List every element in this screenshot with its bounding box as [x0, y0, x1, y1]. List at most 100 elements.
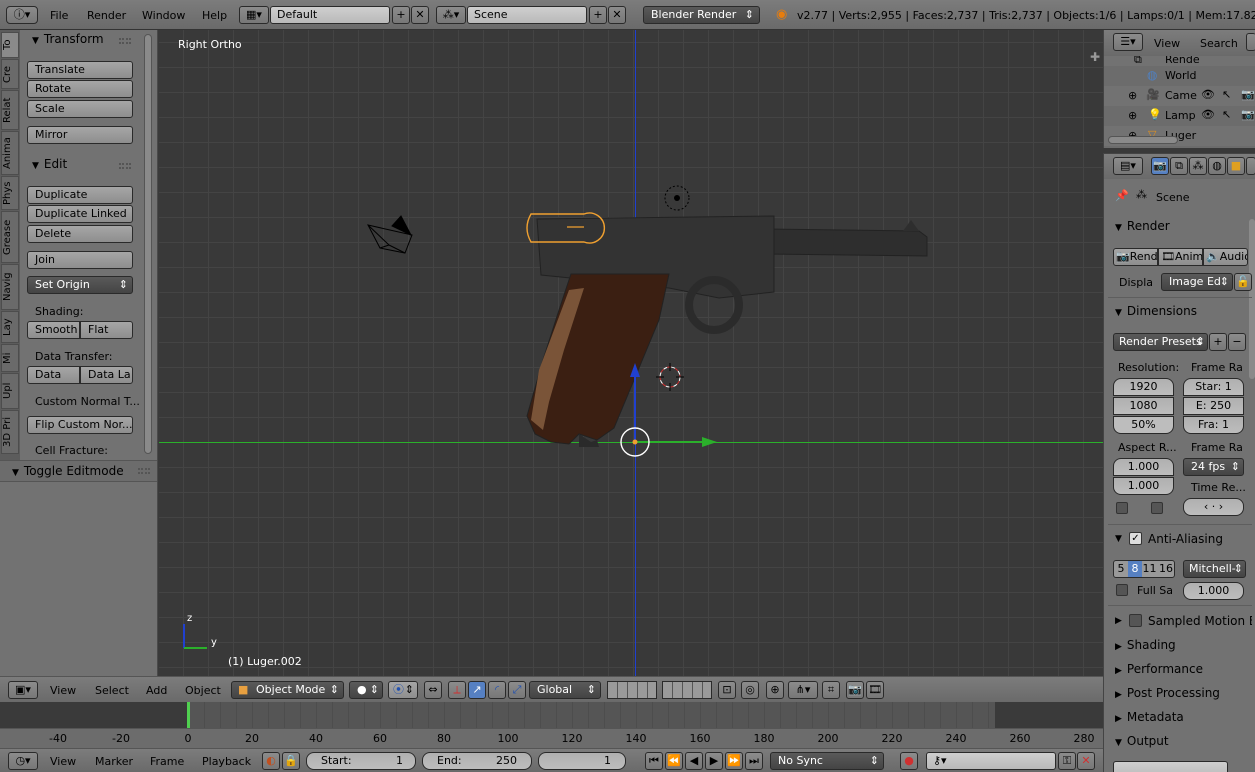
rotate-button[interactable]: Rotate [27, 80, 133, 98]
opengl-anim-icon[interactable]: 🎞 [866, 681, 884, 699]
tab-layers[interactable]: Lay [1, 311, 19, 343]
expand-plus-icon[interactable]: ⊕ [1128, 109, 1137, 122]
toolshelf-scrollbar[interactable] [144, 34, 152, 454]
duplicate-button[interactable]: Duplicate [27, 186, 133, 204]
mirror-button[interactable]: Mirror [27, 126, 133, 144]
full-sample-checkbox[interactable] [1116, 584, 1128, 596]
menu-view[interactable]: View [50, 684, 76, 697]
manipulator-toggle-icon[interactable]: ⇔ [424, 681, 442, 699]
delete-keyframe-icon[interactable]: ✕ [1077, 752, 1095, 770]
motion-blur-checkbox[interactable] [1129, 614, 1142, 627]
editor-type-outliner-icon[interactable]: ☰▾ [1113, 33, 1143, 51]
current-frame-field[interactable]: 1 [538, 752, 626, 770]
render-presets-select[interactable]: Render Presets ⇕ [1113, 333, 1208, 351]
anti-aliasing-checkbox[interactable]: ✓ [1129, 532, 1142, 545]
screen-layout-field[interactable]: Default [270, 6, 390, 24]
editor-type-info-icon[interactable]: ⓘ▾ [6, 6, 38, 24]
remove-layout-icon[interactable]: ✕ [411, 6, 429, 24]
tab-create[interactable]: Cre [1, 59, 19, 89]
menu-frame[interactable]: Frame [150, 755, 184, 768]
render-camera-icon[interactable]: 📷 [1241, 108, 1255, 121]
tab-misc[interactable]: Mi [1, 344, 19, 372]
add-preset-icon[interactable]: + [1209, 333, 1227, 351]
render-engine-select[interactable]: Blender Render ⇕ [643, 6, 760, 24]
jump-end-icon[interactable]: ⏭ [745, 752, 763, 770]
constraints-context-icon[interactable] [1246, 157, 1255, 175]
pivot-point-select[interactable]: ⦿ ⇕ [388, 681, 418, 699]
jump-key-forward-icon[interactable]: ⏩ [725, 752, 743, 770]
editor-type-3dview-icon[interactable]: ▣▾ [8, 681, 38, 699]
expand-plus-icon[interactable]: ⊕ [1128, 89, 1137, 102]
output-path-field[interactable] [1113, 761, 1228, 772]
current-frame-indicator[interactable] [187, 702, 190, 730]
jump-start-icon[interactable]: ⏮ [645, 752, 663, 770]
resolution-percent-slider[interactable]: 50% [1113, 416, 1174, 434]
lock-range-icon[interactable]: 🔒 [282, 752, 300, 770]
scene-field[interactable]: Scene [467, 6, 587, 24]
performance-panel-title[interactable]: ▶ Performance [1115, 662, 1203, 676]
world-context-icon[interactable]: ◍ [1208, 157, 1226, 175]
menu-view[interactable]: View [50, 755, 76, 768]
aa-sample-option[interactable]: 11 [1142, 561, 1157, 577]
drag-grip-icon[interactable] [119, 38, 131, 44]
menu-select[interactable]: Select [95, 684, 129, 697]
menu-file[interactable]: File [50, 9, 68, 22]
tab-relations[interactable]: Relat [1, 90, 19, 130]
aa-sample-option[interactable]: 5 [1114, 561, 1128, 577]
aa-sample-option[interactable]: 16 [1157, 561, 1174, 577]
outliner-row[interactable]: ⊕ 💡 Lamp 👁 ↖ 📷 [1104, 106, 1255, 126]
edit-panel-title[interactable]: ▼ Edit [32, 157, 67, 171]
render-animation-button[interactable]: 🎞Anim [1158, 248, 1203, 266]
timeline[interactable]: -40 -20 0 20 40 60 80 100 120 140 160 18… [0, 702, 1103, 748]
set-origin-select[interactable]: Set Origin ⇕ [27, 276, 133, 294]
aspect-x-field[interactable]: 1.000 [1113, 458, 1174, 476]
eye-icon[interactable]: 👁 [1201, 88, 1215, 101]
arc-manipulator-icon[interactable]: ◜ [488, 681, 506, 699]
opengl-render-icon[interactable]: 📷 [846, 681, 864, 699]
add-layout-icon[interactable]: + [392, 6, 410, 24]
tab-physics[interactable]: Phys [1, 176, 19, 210]
pin-icon[interactable]: 📌 [1115, 189, 1129, 202]
transform-panel-title[interactable]: ▼ Transform [32, 32, 104, 46]
play-icon[interactable]: ▶ [705, 752, 723, 770]
add-scene-icon[interactable]: + [589, 6, 607, 24]
aa-sample-option-selected[interactable]: 8 [1128, 561, 1142, 577]
eye-icon[interactable]: 👁 [1201, 108, 1215, 121]
menu-search[interactable]: Search [1200, 37, 1238, 50]
snap-target-icon[interactable]: ⌗ [822, 681, 840, 699]
join-button[interactable]: Join [27, 251, 133, 269]
menu-help[interactable]: Help [202, 9, 227, 22]
time-remap-field[interactable]: ‹ · › [1183, 498, 1244, 516]
tab-navigation[interactable]: Navig [1, 264, 19, 310]
jump-key-back-icon[interactable]: ⏪ [665, 752, 683, 770]
cursor-select-icon[interactable]: ↖ [1222, 108, 1231, 121]
dimensions-panel-title[interactable]: ▼ Dimensions [1115, 304, 1197, 318]
crop-checkbox[interactable] [1151, 502, 1163, 514]
display-select[interactable]: Image Ed ⇕ [1161, 273, 1233, 291]
snap-element-icon[interactable]: ⋔▾ [788, 681, 818, 699]
delete-button[interactable]: Delete [27, 225, 133, 243]
screen-layout-icon[interactable]: ▦▾ [239, 6, 269, 24]
editor-type-properties-icon[interactable]: ▤▾ [1113, 157, 1143, 175]
tab-animation[interactable]: Anima [1, 131, 19, 175]
outliner-row[interactable]: ⊕ 🎥 Came 👁 ↖ 📷 [1104, 86, 1255, 106]
render-context-icon[interactable]: 📷 [1151, 157, 1169, 175]
render-camera-icon[interactable]: 📷 [1241, 88, 1255, 101]
tab-upload[interactable]: Upl [1, 373, 19, 409]
frame-start-field[interactable]: Star: 1 [1183, 378, 1244, 396]
editor-type-timeline-icon[interactable]: ◷▾ [8, 752, 38, 770]
sampled-motion-blur-title[interactable]: Sampled Motion Bl [1148, 614, 1252, 628]
shading-panel-title[interactable]: ▶ Shading [1115, 638, 1176, 652]
border-checkbox[interactable] [1116, 502, 1128, 514]
flat-button[interactable]: Flat [80, 321, 133, 339]
resolution-x-field[interactable]: 1920 [1113, 378, 1174, 396]
menu-marker[interactable]: Marker [95, 755, 133, 768]
start-frame-field[interactable]: Start: 1 [306, 752, 416, 770]
aa-filter-select[interactable]: Mitchell- ⇕ [1183, 560, 1246, 578]
viewport-shading-select[interactable]: ● ⇕ [349, 681, 383, 699]
menu-add[interactable]: Add [146, 684, 167, 697]
frame-end-field[interactable]: E: 250 [1183, 397, 1244, 415]
keying-set-field[interactable]: ⚷▾ [926, 752, 1056, 770]
cursor-select-icon[interactable]: ↖ [1222, 88, 1231, 101]
lock-interface-icon[interactable]: 🔓 [1234, 273, 1252, 291]
